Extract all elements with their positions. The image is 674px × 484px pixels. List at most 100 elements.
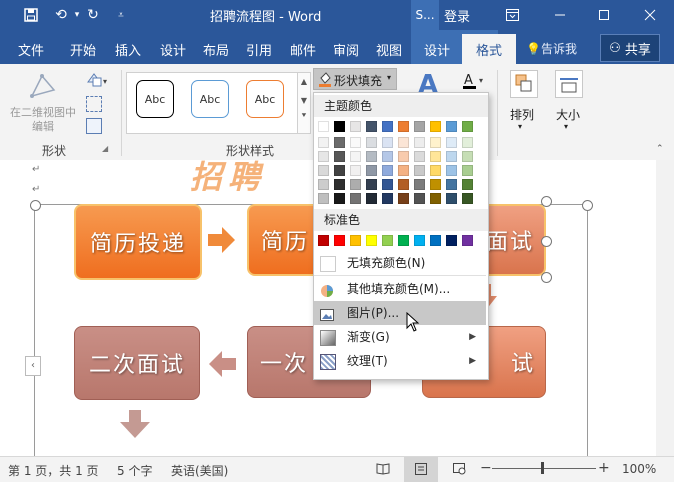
zoom-slider[interactable]: [492, 468, 596, 469]
tab-review[interactable]: 审阅: [333, 40, 359, 59]
selection-handle[interactable]: [541, 272, 552, 283]
theme-color-swatch[interactable]: [350, 151, 361, 162]
theme-color-swatch[interactable]: [350, 193, 361, 204]
theme-color-swatch[interactable]: [430, 151, 441, 162]
web-layout-icon[interactable]: [452, 461, 466, 478]
size-icon[interactable]: [555, 70, 583, 98]
arrange-label[interactable]: 排列: [510, 106, 534, 123]
tab-view[interactable]: 视图: [376, 40, 402, 59]
theme-color-swatch[interactable]: [462, 165, 473, 176]
theme-color-swatch[interactable]: [446, 193, 457, 204]
theme-color-swatch[interactable]: [398, 179, 409, 190]
theme-color-swatch[interactable]: [430, 193, 441, 204]
theme-color-swatch[interactable]: [318, 193, 329, 204]
redo-icon[interactable]: ↻: [82, 4, 104, 26]
flow-box-second-interview[interactable]: 二次面试: [74, 326, 200, 400]
scroll-up-icon[interactable]: ▲: [298, 77, 310, 86]
zoom-slider-thumb[interactable]: [541, 462, 544, 474]
theme-color-swatch[interactable]: [318, 137, 329, 148]
login-link[interactable]: 登录: [444, 6, 470, 25]
zoom-in-button[interactable]: +: [598, 460, 610, 476]
standard-color-swatch[interactable]: [350, 235, 361, 246]
theme-color-swatch[interactable]: [430, 165, 441, 176]
shape-fill-button[interactable]: 形状填充 ▾: [313, 68, 397, 90]
theme-color-swatch[interactable]: [462, 179, 473, 190]
theme-color-swatch[interactable]: [462, 121, 473, 132]
shape-style-blue[interactable]: Abc: [191, 80, 229, 118]
page-count[interactable]: 第 1 页，共 1 页: [8, 462, 99, 479]
tab-design[interactable]: 设计: [160, 40, 186, 59]
theme-color-swatch[interactable]: [382, 151, 393, 162]
theme-color-swatch[interactable]: [334, 165, 345, 176]
theme-color-swatch[interactable]: [398, 137, 409, 148]
theme-color-swatch[interactable]: [462, 193, 473, 204]
read-mode-icon[interactable]: [376, 461, 390, 478]
size-chevron-icon[interactable]: ▾: [564, 122, 568, 131]
tell-me-search[interactable]: 💡告诉我: [526, 40, 577, 57]
theme-color-swatch[interactable]: [414, 121, 425, 132]
theme-color-swatch[interactable]: [414, 151, 425, 162]
selection-handle[interactable]: [582, 200, 593, 211]
theme-color-swatch[interactable]: [414, 193, 425, 204]
vertical-scrollbar[interactable]: [656, 160, 674, 456]
selection-handle[interactable]: [30, 200, 41, 211]
theme-color-swatch[interactable]: [446, 165, 457, 176]
theme-color-swatch[interactable]: [366, 151, 377, 162]
theme-color-swatch[interactable]: [382, 179, 393, 190]
print-layout-button[interactable]: [404, 457, 438, 482]
theme-color-swatch[interactable]: [350, 121, 361, 132]
theme-color-swatch[interactable]: [382, 165, 393, 176]
theme-color-swatch[interactable]: [334, 193, 345, 204]
customize-qat-icon[interactable]: ⩡: [110, 4, 132, 26]
theme-color-swatch[interactable]: [318, 179, 329, 190]
standard-color-swatch[interactable]: [462, 235, 473, 246]
theme-color-swatch[interactable]: [334, 179, 345, 190]
edit-shape-icon[interactable]: [28, 72, 58, 100]
theme-color-swatch[interactable]: [334, 121, 345, 132]
zoom-out-button[interactable]: −: [480, 460, 492, 476]
texture-item[interactable]: 纹理(T) ▶: [314, 349, 486, 373]
picture-fill-item[interactable]: 图片(P)...: [314, 301, 486, 325]
theme-color-swatch[interactable]: [382, 193, 393, 204]
arrange-chevron-icon[interactable]: ▾: [518, 122, 522, 131]
scroll-down-icon[interactable]: ▼: [298, 96, 310, 105]
no-fill-item[interactable]: 无填充颜色(N): [314, 251, 486, 275]
text-fill-icon[interactable]: A ▾: [463, 72, 483, 90]
tab-mailings[interactable]: 邮件: [290, 40, 316, 59]
collapse-ribbon-icon[interactable]: ⌃: [656, 144, 664, 154]
theme-color-swatch[interactable]: [398, 165, 409, 176]
standard-color-swatch[interactable]: [334, 235, 345, 246]
save-icon[interactable]: [20, 4, 42, 26]
selection-handle[interactable]: [541, 236, 552, 247]
edit-points-icon[interactable]: [86, 96, 102, 112]
shape-group-launcher-icon[interactable]: ◢: [102, 144, 108, 153]
tab-insert[interactable]: 插入: [115, 40, 141, 59]
ribbon-display-icon[interactable]: [492, 0, 532, 30]
theme-color-swatch[interactable]: [446, 179, 457, 190]
more-fill-colors-item[interactable]: 其他填充颜色(M)...: [314, 277, 486, 301]
theme-color-swatch[interactable]: [430, 121, 441, 132]
flow-box-resume[interactable]: 简历投递: [74, 204, 202, 280]
theme-color-swatch[interactable]: [430, 179, 441, 190]
theme-color-swatch[interactable]: [366, 121, 377, 132]
arrange-icon[interactable]: [510, 70, 538, 98]
word-count[interactable]: 5 个字: [117, 462, 152, 479]
more-styles-icon[interactable]: ⯆: [298, 111, 310, 121]
standard-color-swatch[interactable]: [366, 235, 377, 246]
standard-color-swatch[interactable]: [382, 235, 393, 246]
standard-color-swatch[interactable]: [430, 235, 441, 246]
layout-chevron-left-icon[interactable]: ‹: [25, 356, 41, 376]
selection-handle[interactable]: [541, 196, 552, 207]
theme-color-swatch[interactable]: [382, 121, 393, 132]
theme-color-swatch[interactable]: [366, 137, 377, 148]
theme-color-swatch[interactable]: [446, 151, 457, 162]
theme-color-swatch[interactable]: [366, 165, 377, 176]
language-status[interactable]: 英语(美国): [171, 462, 228, 479]
theme-color-swatch[interactable]: [350, 165, 361, 176]
theme-color-swatch[interactable]: [398, 151, 409, 162]
theme-color-swatch[interactable]: [446, 137, 457, 148]
tab-home[interactable]: 开始: [70, 40, 96, 59]
gallery-scroll[interactable]: ▲ ▼ ⯆: [297, 72, 311, 134]
theme-color-swatch[interactable]: [414, 165, 425, 176]
theme-color-swatch[interactable]: [334, 137, 345, 148]
